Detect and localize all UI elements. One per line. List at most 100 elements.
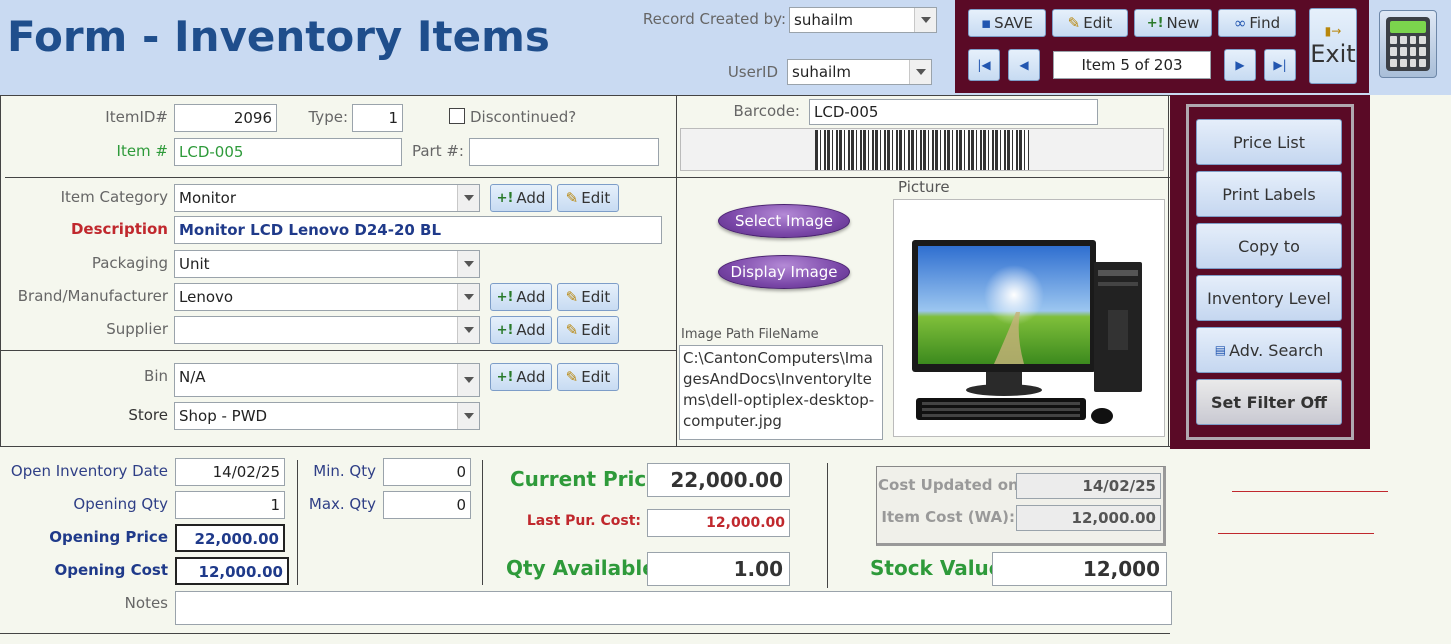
divider	[0, 95, 1, 446]
first-record-button[interactable]: |◀	[968, 49, 1000, 81]
divider	[482, 460, 483, 585]
calculator-button[interactable]	[1379, 10, 1437, 78]
userid-label: UserID	[727, 63, 778, 81]
divider	[0, 633, 1170, 634]
stock-value-field: 12,000	[992, 552, 1167, 586]
brand-edit-button[interactable]: ✎ Edit	[557, 283, 619, 311]
product-picture	[893, 199, 1165, 437]
copy-to-button[interactable]: Copy to	[1196, 223, 1342, 269]
inventory-level-button[interactable]: Inventory Level	[1196, 275, 1342, 321]
add-icon: +!	[496, 289, 514, 305]
record-indicator: Item 5 of 203	[1053, 51, 1211, 79]
calculator-icon	[1386, 17, 1430, 71]
userid-combo[interactable]: suhailm	[787, 59, 932, 85]
notes-field[interactable]	[175, 591, 1172, 625]
find-button[interactable]: ∞ Find	[1218, 9, 1296, 37]
store-combo[interactable]: Shop - PWD	[174, 402, 480, 430]
chevron-down-icon[interactable]	[457, 403, 479, 429]
opening-price-label: Opening Price	[49, 528, 168, 546]
adv-search-button[interactable]: ▤ Adv. Search	[1196, 327, 1342, 373]
created-by-combo[interactable]: suhailm	[789, 7, 937, 33]
chevron-down-icon[interactable]	[457, 251, 479, 277]
chevron-down-icon[interactable]	[457, 284, 479, 310]
pencil-icon: ✎	[565, 321, 579, 339]
opening-price-field[interactable]: 22,000.00	[175, 524, 285, 552]
select-image-button[interactable]: Select Image	[718, 204, 850, 238]
first-icon: |◀	[977, 58, 991, 72]
image-path-field[interactable]: C:\CantonComputers\ImagesAndDocs\Invento…	[679, 345, 883, 440]
prev-record-button[interactable]: ◀	[1008, 49, 1040, 81]
created-by-value: suhailm	[794, 11, 853, 29]
display-image-button[interactable]: Display Image	[718, 255, 850, 289]
chevron-down-icon[interactable]	[914, 8, 936, 32]
chevron-down-icon[interactable]	[457, 317, 479, 343]
brand-label: Brand/Manufacturer	[17, 287, 168, 305]
next-record-button[interactable]: ▶	[1224, 49, 1256, 81]
current-price-label: Current Price:	[510, 467, 668, 491]
brand-combo[interactable]: Lenovo	[174, 283, 480, 311]
itemid-field[interactable]: 2096	[174, 104, 277, 132]
created-by-label: Record Created by:	[642, 10, 786, 28]
add-icon: +!	[496, 190, 514, 206]
opening-cost-field[interactable]: 12,000.00	[175, 557, 289, 585]
brand-add-button[interactable]: +! Add	[490, 283, 552, 311]
open-date-field[interactable]: 14/02/25	[175, 458, 285, 486]
bin-edit-button[interactable]: ✎ Edit	[557, 363, 619, 391]
decor-line	[1218, 533, 1374, 534]
bin-add-button[interactable]: +! Add	[490, 363, 552, 391]
cost-updated-label: Cost Updated on:	[878, 476, 1025, 494]
chevron-down-icon[interactable]	[909, 60, 931, 84]
new-button[interactable]: +! New	[1134, 9, 1212, 37]
description-field[interactable]: Monitor LCD Lenovo D24-20 BL	[174, 216, 662, 244]
edit-button[interactable]: ✎ Edit	[1052, 9, 1128, 37]
add-icon: +!	[496, 369, 514, 385]
discontinued-checkbox[interactable]	[449, 108, 465, 124]
barcode-field[interactable]: LCD-005	[809, 99, 1098, 125]
max-qty-field[interactable]: 0	[383, 491, 471, 519]
supplier-label: Supplier	[106, 320, 168, 338]
notes-label: Notes	[124, 594, 168, 612]
supplier-edit-button[interactable]: ✎ Edit	[557, 316, 619, 344]
next-icon: ▶	[1235, 58, 1245, 72]
category-label: Item Category	[60, 188, 168, 206]
min-qty-field[interactable]: 0	[383, 458, 471, 486]
filter-off-button[interactable]: Set Filter Off	[1196, 379, 1342, 425]
divider	[0, 95, 1170, 96]
exit-button[interactable]: ▮→ Exit	[1309, 8, 1357, 84]
image-path-label: Image Path FileName	[681, 327, 819, 342]
item-cost-field: 12,000.00	[1016, 505, 1161, 531]
itemid-label: ItemID#	[105, 108, 168, 126]
divider	[5, 177, 1170, 178]
category-edit-button[interactable]: ✎ Edit	[557, 184, 619, 212]
pencil-icon: ✎	[565, 189, 579, 207]
opening-qty-field[interactable]: 1	[175, 491, 285, 519]
divider	[827, 463, 828, 588]
chevron-down-icon[interactable]	[457, 364, 479, 396]
pencil-icon: ✎	[565, 368, 579, 386]
pencil-icon: ✎	[565, 288, 579, 306]
save-button[interactable]: ▪ SAVE	[968, 9, 1046, 37]
packaging-label: Packaging	[91, 254, 168, 272]
supplier-combo[interactable]	[174, 316, 480, 344]
qty-available-field: 1.00	[647, 552, 790, 586]
bin-combo[interactable]: N/A	[174, 363, 480, 397]
type-label: Type:	[308, 108, 348, 126]
item-cost-label: Item Cost (WA):	[881, 508, 1015, 526]
type-field[interactable]: 1	[352, 104, 403, 132]
chevron-down-icon[interactable]	[457, 185, 479, 211]
packaging-combo[interactable]: Unit	[174, 250, 480, 278]
last-record-button[interactable]: ▶|	[1264, 49, 1296, 81]
userid-value: suhailm	[792, 63, 851, 81]
category-combo[interactable]: Monitor	[174, 184, 480, 212]
supplier-add-button[interactable]: +! Add	[490, 316, 552, 344]
discontinued-label: Discontinued?	[470, 108, 577, 126]
add-icon: +!	[1146, 15, 1164, 31]
store-label: Store	[128, 406, 168, 424]
print-labels-button[interactable]: Print Labels	[1196, 171, 1342, 217]
category-add-button[interactable]: +! Add	[490, 184, 552, 212]
price-list-button[interactable]: Price List	[1196, 119, 1342, 165]
itemnum-field[interactable]: LCD-005	[174, 138, 402, 166]
partnum-field[interactable]	[469, 138, 659, 166]
last-pur-cost-field: 12,000.00	[647, 509, 790, 537]
barcode-bars	[815, 129, 1029, 170]
